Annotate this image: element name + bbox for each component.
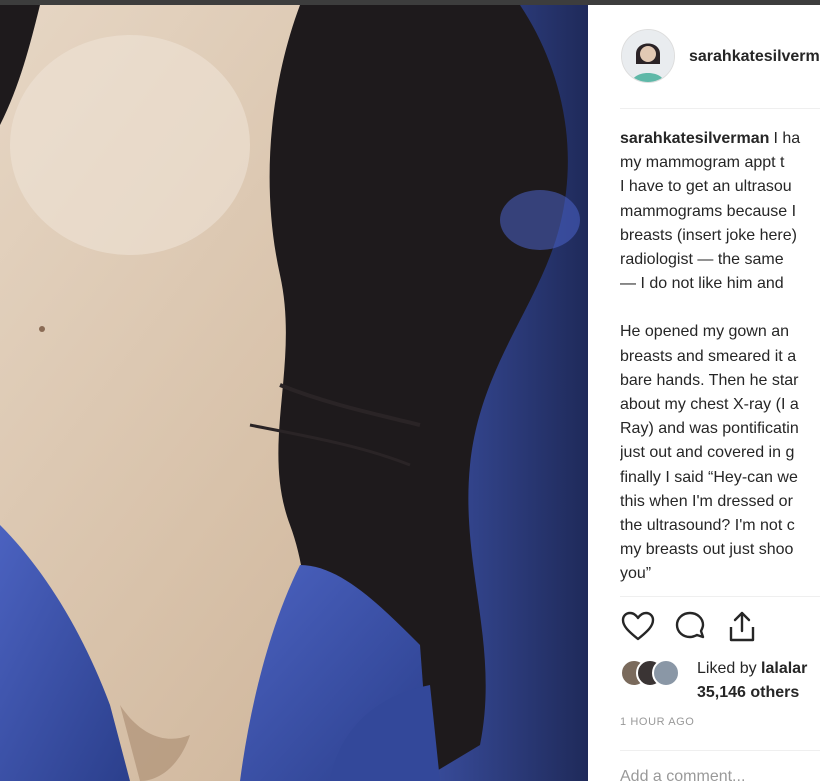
caption-line: He opened my gown an	[620, 323, 789, 341]
likes-user[interactable]: lalalar	[761, 660, 807, 677]
caption-author[interactable]: sarahkatesilverman	[620, 130, 769, 147]
post-photo[interactable]	[0, 5, 588, 781]
share-icon[interactable]	[724, 609, 760, 645]
caption-paragraph-2: He opened my gown an breasts and smeared …	[620, 320, 820, 586]
post-timestamp[interactable]: 1 HOUR AGO	[620, 716, 694, 728]
header-divider	[620, 108, 820, 109]
caption-line: my breasts out just shoo	[620, 541, 794, 559]
caption-line: you”	[620, 565, 652, 583]
comment-icon[interactable]	[672, 609, 708, 645]
caption-line: I have to get an ultrasou	[620, 178, 792, 196]
caption-line: — I do not like him and	[620, 275, 784, 293]
likes-others[interactable]: 35,146 others	[697, 684, 799, 701]
caption-line: radiologist — the same	[620, 251, 784, 269]
comment-divider	[620, 750, 820, 751]
caption-line: this when I'm dressed or	[620, 492, 793, 510]
caption-line: my mammogram appt t	[620, 154, 785, 172]
caption-line: mammograms because I	[620, 202, 797, 220]
caption-line: I ha	[773, 130, 801, 147]
caption-line: the ultrasound? I'm not c	[620, 517, 795, 535]
caption-divider	[620, 596, 820, 597]
avatar[interactable]	[621, 29, 675, 83]
caption-line: about my chest X-ray (I a	[620, 396, 799, 414]
post-photo-image	[0, 5, 588, 781]
post-caption: sarahkatesilverman I ha my mammogram appt …	[620, 127, 820, 597]
caption-line: bare hands. Then he star	[620, 371, 799, 389]
likes-text[interactable]: Liked by lalalar 35,146 others	[697, 657, 807, 705]
caption-line: breasts (insert joke here)	[620, 226, 797, 244]
caption-line: breasts and smeared it a	[620, 347, 797, 365]
caption-line: Ray) and was pontificatin	[620, 420, 799, 438]
likes-prefix: Liked by	[697, 660, 757, 677]
liker-avatar[interactable]	[652, 659, 680, 687]
caption-paragraph-1: sarahkatesilverman I ha my mammogram appt …	[620, 127, 820, 296]
post-username[interactable]: sarahkatesilverman	[689, 48, 820, 66]
caption-line: just out and covered in g	[620, 444, 795, 462]
caption-line: finally I said “Hey-can we	[620, 468, 798, 486]
comment-input[interactable]: Add a comment...	[620, 768, 745, 781]
post-sidebar: sarahkatesilverman sarahkatesilvermanI h…	[588, 5, 820, 781]
heart-icon[interactable]	[620, 609, 656, 645]
